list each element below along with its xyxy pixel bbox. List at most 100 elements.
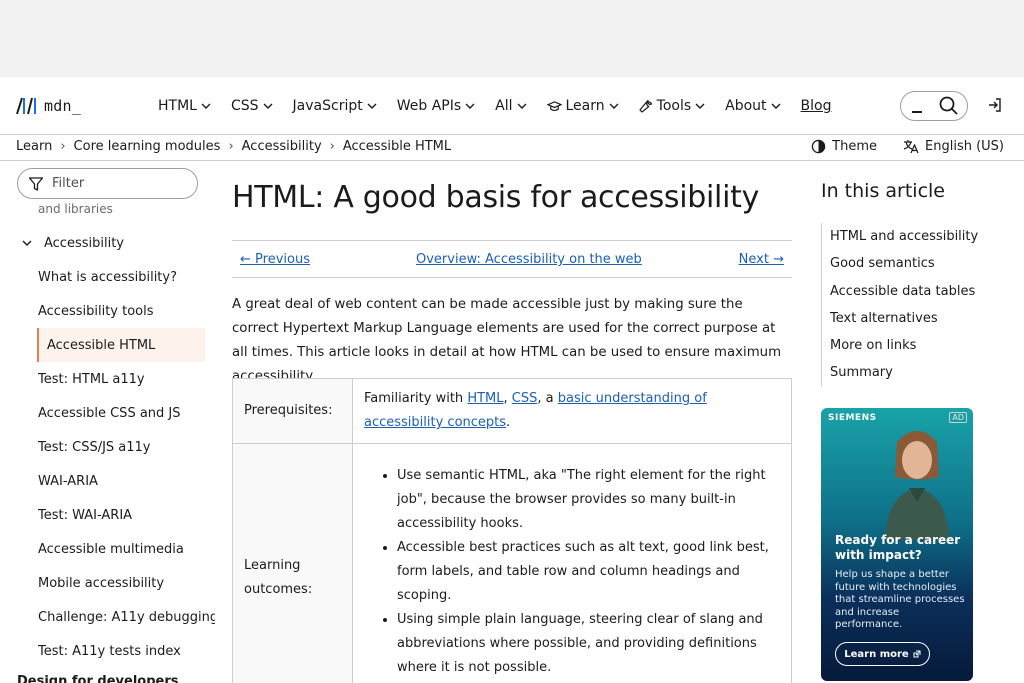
page-title: HTML: A good basis for accessibility [232,180,760,215]
arrow-right-icon: → [768,252,784,267]
next-label: Next [738,252,769,267]
table-row: Prerequisites: Familiarity with HTML, CS… [232,378,792,444]
sidebar-item[interactable]: Test: CSS/JS a11y [0,430,215,464]
sidebar-item[interactable]: Accessible CSS and JS [0,396,215,430]
filter-placeholder: Filter [52,176,85,191]
nav-blog[interactable]: Blog [791,89,842,123]
chevron-down-icon [201,103,211,109]
toc-item[interactable]: Accessible data tables [830,278,978,305]
sidebar-item[interactable]: Mobile accessibility [0,566,215,600]
prerequisites-label: Prerequisites: [232,378,353,444]
prereq-text: . [506,415,511,430]
sidebar-section-accessibility[interactable]: Accessibility [0,226,215,260]
breadcrumb-bar: Learn › Core learning modules › Accessib… [0,135,1024,161]
nav-html[interactable]: HTML [148,89,221,123]
css-link[interactable]: CSS [512,391,538,406]
top-banner-space [0,0,1024,77]
breadcrumb-core-modules[interactable]: Core learning modules [74,139,221,154]
language-button[interactable]: English (US) [903,139,1004,154]
table-of-contents: HTML and accessibility Good semantics Acce… [821,223,978,387]
info-table: Prerequisites: Familiarity with HTML, CS… [232,378,792,683]
nav-label: Learn [565,98,605,114]
outcome-item: Using simple plain language, steering cl… [397,608,780,680]
chevron-right-icon: › [60,139,66,154]
graduation-cap-icon [546,100,562,111]
nav-css[interactable]: CSS [221,89,283,123]
theme-icon [811,139,826,154]
sidebar-section-label: Accessibility [44,235,124,251]
sidebar-item[interactable]: What is accessibility? [0,260,215,294]
nav-all[interactable]: All [485,89,536,123]
sidebar-item[interactable]: Test: A11y tests index [0,634,215,668]
chevron-down-icon [367,103,377,109]
nav-label: HTML [158,98,197,114]
external-link-icon [913,650,921,658]
chevron-down-icon [22,240,32,246]
sidebar-item[interactable]: Accessibility tools [0,294,215,328]
advertisement[interactable]: SIEMENS AD Ready for a career with impac… [821,408,973,681]
nav-learn[interactable]: Learn [537,89,629,123]
nav-label: All [495,98,513,114]
sidebar-item[interactable]: WAI-ARIA [0,464,215,498]
nav-label: About [725,98,767,114]
overview-link[interactable]: Overview: Accessibility on the web [416,252,642,267]
sidebar-item[interactable]: Test: HTML a11y [0,362,215,396]
sidebar-items: What is accessibility? Accessibility tool… [0,260,215,668]
toc-item[interactable]: Text alternatives [830,305,978,332]
nav-tools[interactable]: Tools [629,89,716,123]
page-tools: Theme English (US) [811,139,1004,154]
nav-javascript[interactable]: JavaScript [283,89,387,123]
prereq-text: , a [537,391,558,406]
search-caret [912,111,922,113]
mdn-m-icon [16,97,36,115]
site-header: mdn_ HTML CSS JavaScript Web APIs All Learn To… [0,77,1024,135]
toc-item[interactable]: More on links [830,332,978,359]
previous-label: Previous [255,252,310,267]
next-link[interactable]: Next → [739,252,784,267]
nav-label: Blog [800,98,832,114]
nav-label: CSS [230,98,259,114]
nav-label: Web APIs [396,98,462,114]
prereq-text: Familiarity with [364,391,468,406]
outcomes-list: Use semantic HTML, aka "The right elemen… [375,464,780,683]
translate-icon [903,140,919,154]
sidebar-item[interactable]: Challenge: A11y debugging [0,600,215,634]
prerequisites-value: Familiarity with HTML, CSS, a basic unde… [352,378,792,444]
ad-button-label: Learn more [844,648,909,660]
chevron-down-icon [263,103,273,109]
chevron-down-icon [771,103,781,109]
sidebar-filter-input[interactable]: Filter [17,168,198,199]
theme-button[interactable]: Theme [811,139,877,154]
mdn-logo[interactable]: mdn_ [16,95,81,117]
ad-learn-more-button[interactable]: Learn more [835,642,930,666]
nav-web-apis[interactable]: Web APIs [387,89,485,123]
sidebar-item[interactable]: Accessible HTML [37,328,205,362]
outcomes-value: Use semantic HTML, aka "The right elemen… [352,443,792,683]
toc-item[interactable]: HTML and accessibility [830,223,978,250]
sidebar-item[interactable]: Accessible multimedia [0,532,215,566]
login-icon[interactable] [987,97,1003,113]
chevron-right-icon: › [228,139,234,154]
intro-paragraph: A great deal of web content can be made … [232,297,782,384]
sidebar: and libraries Accessibility What is acce… [0,162,215,683]
breadcrumb-accessibility[interactable]: Accessibility [242,139,322,154]
sidebar-item-design[interactable]: Design for developers [17,674,178,683]
breadcrumb-accessible-html[interactable]: Accessible HTML [343,139,451,154]
arrow-left-icon: ← [240,252,256,267]
nav-about[interactable]: About [715,89,790,123]
previous-link[interactable]: ← Previous [240,252,310,267]
sidebar-faded-item[interactable]: and libraries [38,202,113,216]
sidebar-item[interactable]: Test: WAI-ARIA [0,498,215,532]
html-link[interactable]: HTML [467,391,503,406]
nav-label: Tools [656,98,692,114]
toc-item[interactable]: Good semantics [830,250,978,277]
ad-body: Help us shape a better future with techn… [835,569,965,631]
sidebar-list: Accessibility What is accessibility? Acce… [0,226,215,668]
toc-item[interactable]: Summary [830,359,978,386]
outcome-item: Use semantic HTML, aka "The right elemen… [397,464,780,536]
theme-label: Theme [832,139,878,154]
breadcrumb-learn[interactable]: Learn [16,139,52,154]
nav-label: JavaScript [292,98,363,114]
ad-headline: Ready for a career with impact? [835,533,961,562]
search-button[interactable] [900,91,968,121]
